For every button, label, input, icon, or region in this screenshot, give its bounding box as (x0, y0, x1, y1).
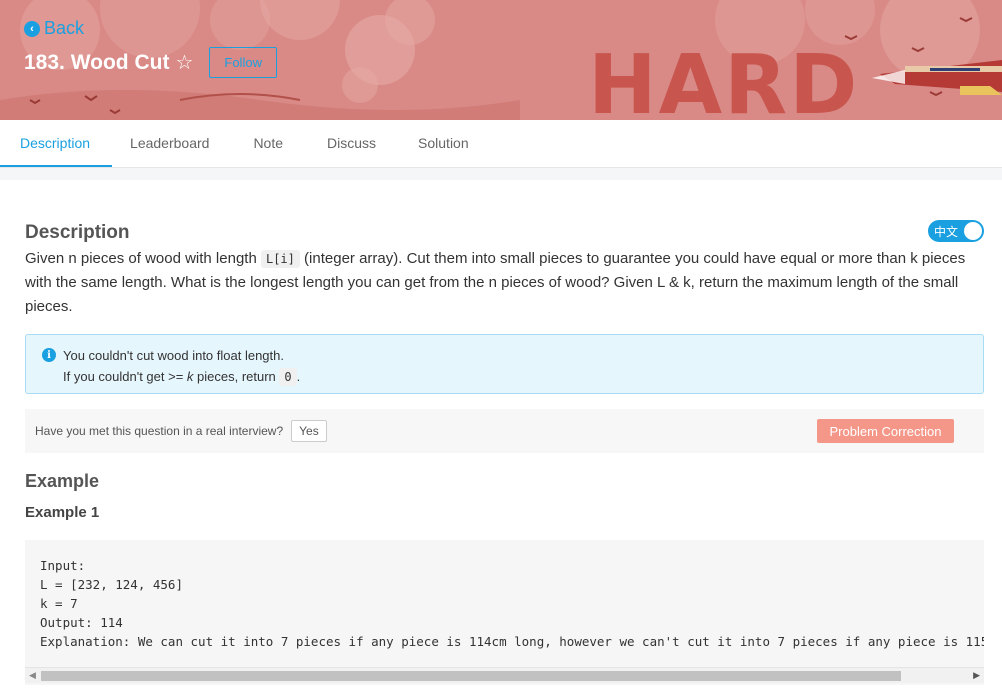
note-box: i You couldn't cut wood into float lengt… (25, 334, 984, 394)
problem-title: 183. Wood Cut (24, 50, 170, 74)
tab-solution[interactable]: Solution (396, 120, 491, 167)
note-inline-code: 0 (279, 368, 297, 386)
interview-question: Have you met this question in a real int… (35, 424, 284, 438)
language-toggle-label: 中文 (934, 224, 959, 239)
yes-button[interactable]: Yes (291, 420, 327, 442)
tab-note[interactable]: Note (231, 120, 305, 167)
star-icon[interactable]: ☆ (175, 50, 193, 75)
tab-bar: Description Leaderboard Note Discuss Sol… (0, 120, 1002, 168)
back-arrow-icon: ‹ (24, 20, 40, 37)
example-heading: Example (25, 471, 100, 491)
example-1-heading: Example 1 (25, 504, 100, 521)
inline-code: L[i] (260, 250, 300, 268)
follow-button[interactable]: Follow (209, 47, 277, 78)
info-icon: i (42, 348, 56, 362)
example-code: Input: L = [232, 124, 456] k = 7 Output:… (40, 558, 984, 649)
tab-description[interactable]: Description (0, 120, 113, 167)
note-line2-post: . (296, 369, 301, 384)
description-text-part1: Given n pieces of wood with length (25, 250, 261, 267)
note-line2-pre: If you couldn't get >= (63, 369, 187, 384)
description-heading: Description (25, 222, 130, 243)
example-code-block: Input: L = [232, 124, 456] k = 7 Output:… (25, 540, 984, 685)
tab-discuss[interactable]: Discuss (305, 120, 396, 167)
horizontal-scrollbar[interactable]: ◀ ▶ (25, 667, 984, 683)
note-line-1: You couldn't cut wood into float length. (63, 348, 284, 363)
scroll-right-icon[interactable]: ▶ (973, 670, 980, 681)
tab-leaderboard[interactable]: Leaderboard (112, 120, 231, 167)
problem-content: Description 中文 Given n pieces of wood wi… (0, 180, 1002, 700)
difficulty-watermark: HARD (588, 38, 860, 121)
title-row: 183. Wood Cut ☆ Follow (24, 47, 277, 78)
note-line-2: If you couldn't get >= k pieces, return … (63, 366, 967, 388)
scroll-left-icon[interactable]: ◀ (29, 670, 36, 681)
problem-banner: HARD ‹ Back 183. Wood Cut ☆ Follow (0, 0, 1002, 120)
description-text: Given n pieces of wood with length L[i] … (25, 247, 985, 319)
problem-correction-button[interactable]: Problem Correction (817, 419, 954, 443)
back-label: Back (44, 18, 85, 38)
scrollbar-thumb[interactable] (41, 671, 901, 681)
toggle-knob (964, 222, 982, 240)
back-link[interactable]: ‹ Back (24, 18, 84, 39)
note-line2-mid: pieces, return (193, 369, 280, 384)
language-toggle[interactable]: 中文 (928, 220, 984, 242)
